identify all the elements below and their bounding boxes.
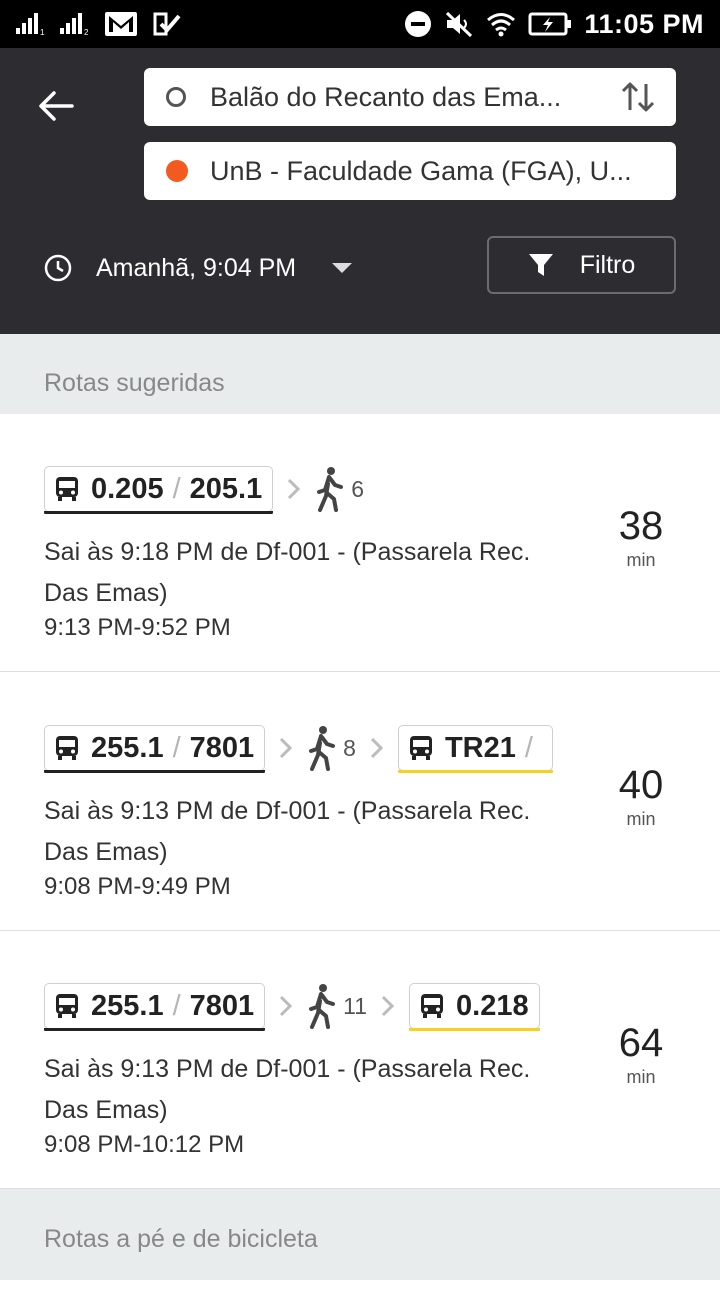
status-bar: 1 2 11:05 PM (0, 0, 720, 48)
route-duration: 64 min (606, 1019, 676, 1087)
swap-icon[interactable] (620, 80, 656, 114)
chevron-right-icon (280, 737, 293, 759)
route-card[interactable]: 255.1 / 7801 11 0.218 Sai às 9:13 PM de … (0, 931, 720, 1189)
duration-unit: min (626, 550, 656, 570)
destination-field[interactable]: UnB - Faculdade Gama (FGA), U... (144, 142, 676, 200)
origin-marker-icon (166, 87, 186, 107)
walk-leg: 8 (307, 725, 356, 771)
walk-minutes: 6 (351, 475, 365, 502)
gmail-icon (105, 12, 137, 36)
status-time: 11:05 PM (584, 8, 704, 39)
filter-label: Filtro (579, 250, 636, 279)
duration-value: 64 (618, 1021, 664, 1065)
chevron-down-icon (332, 263, 353, 273)
chevron-right-icon (280, 995, 293, 1017)
bus-line-separator: / (524, 731, 533, 764)
walk-leg: 6 (315, 466, 364, 512)
chevron-right-icon (288, 478, 301, 500)
origin-field[interactable]: Balão do Recanto das Ema... (144, 68, 676, 126)
battery-charging-icon (528, 12, 572, 36)
walking-person-icon (309, 984, 336, 1029)
bus-line-chip: 255.1 / 7801 (44, 725, 266, 773)
filter-button[interactable]: Filtro (487, 236, 676, 294)
section-walk-bike-routes: Rotas a pé e de bicicleta (0, 1189, 720, 1280)
chevron-right-icon (381, 995, 395, 1017)
bus-icon (421, 994, 444, 1018)
route-search-header: Balão do Recanto das Ema... UnB - Faculd… (0, 48, 720, 334)
route-legs: 0.205 / 205.1 6 (44, 464, 556, 514)
bus-line-chip: 255.1 / 7801 (44, 983, 266, 1031)
route-card[interactable]: 0.205 / 205.1 6 Sai às 9:18 PM de Df-001… (0, 414, 720, 672)
bus-line-chip: 0.218 (409, 983, 540, 1031)
clock-icon (44, 254, 72, 282)
walk-leg: 11 (307, 983, 367, 1029)
bus-line-code: 0.205 (91, 472, 164, 505)
route-description: Sai às 9:18 PM de Df-001 - (Passarela Re… (44, 538, 531, 607)
bus-line-code: 255.1 (91, 731, 164, 764)
bus-line-code: 205.1 (189, 472, 263, 505)
route-times: 9:08 PM-10:12 PM (44, 1131, 245, 1158)
route-legs: 255.1 / 7801 11 0.218 (44, 981, 556, 1031)
bus-icon (56, 736, 78, 760)
bus-line-code: TR21 (444, 731, 516, 764)
signal-sim2-icon: 2 (60, 13, 89, 36)
svg-text:2: 2 (84, 28, 89, 36)
route-card[interactable]: 255.1 / 7801 8 TR21 / Sai às 9:13 PM de … (0, 673, 720, 931)
bus-line-separator: / (172, 731, 181, 764)
route-legs: 255.1 / 7801 8 TR21 / (44, 723, 556, 773)
signal-sim1-icon: 1 (16, 13, 45, 36)
bus-icon (56, 477, 78, 501)
muted-icon (446, 11, 473, 38)
task-check-icon (153, 12, 181, 36)
route-times: 9:13 PM-9:52 PM (44, 614, 231, 641)
departure-time: Amanhã, 9:04 PM (96, 253, 297, 282)
filter-icon (528, 254, 553, 276)
walk-minutes: 8 (343, 734, 356, 761)
destination-text: UnB - Faculdade Gama (FGA), U... (210, 155, 632, 186)
bus-line-code: 255.1 (91, 989, 164, 1022)
duration-unit: min (626, 809, 656, 829)
bus-icon (409, 736, 432, 760)
bus-line-chip: 0.205 / 205.1 (44, 466, 274, 514)
chevron-right-icon (370, 737, 384, 759)
duration-value: 38 (618, 504, 664, 548)
back-arrow-icon (39, 91, 74, 121)
section-suggested-routes: Rotas sugeridas (0, 334, 720, 414)
walking-person-icon (317, 467, 344, 512)
bus-line-separator: / (172, 989, 181, 1022)
duration-unit: min (626, 1067, 656, 1087)
bus-icon (56, 994, 78, 1018)
duration-value: 40 (618, 763, 664, 807)
walk-minutes: 11 (343, 992, 368, 1019)
departure-time-selector[interactable]: Amanhã, 9:04 PM (44, 248, 353, 288)
wifi-icon (487, 13, 516, 37)
destination-marker-icon (166, 160, 188, 182)
walking-person-icon (309, 726, 336, 771)
route-duration: 40 min (606, 761, 676, 829)
route-times: 9:08 PM-9:49 PM (44, 873, 231, 900)
route-description: Sai às 9:13 PM de Df-001 - (Passarela Re… (44, 797, 531, 866)
bus-line-code: 7801 (189, 731, 255, 764)
bus-line-code: 0.218 (456, 989, 529, 1022)
do-not-disturb-icon (405, 11, 432, 37)
bus-line-separator: / (172, 472, 181, 505)
bus-line-code: 7801 (189, 989, 255, 1022)
route-duration: 38 min (606, 502, 676, 570)
origin-text: Balão do Recanto das Ema... (210, 81, 562, 112)
route-description: Sai às 9:13 PM de Df-001 - (Passarela Re… (44, 1055, 531, 1124)
back-button[interactable] (30, 80, 82, 132)
bus-line-chip: TR21 / (397, 725, 553, 773)
svg-text:1: 1 (40, 28, 45, 36)
